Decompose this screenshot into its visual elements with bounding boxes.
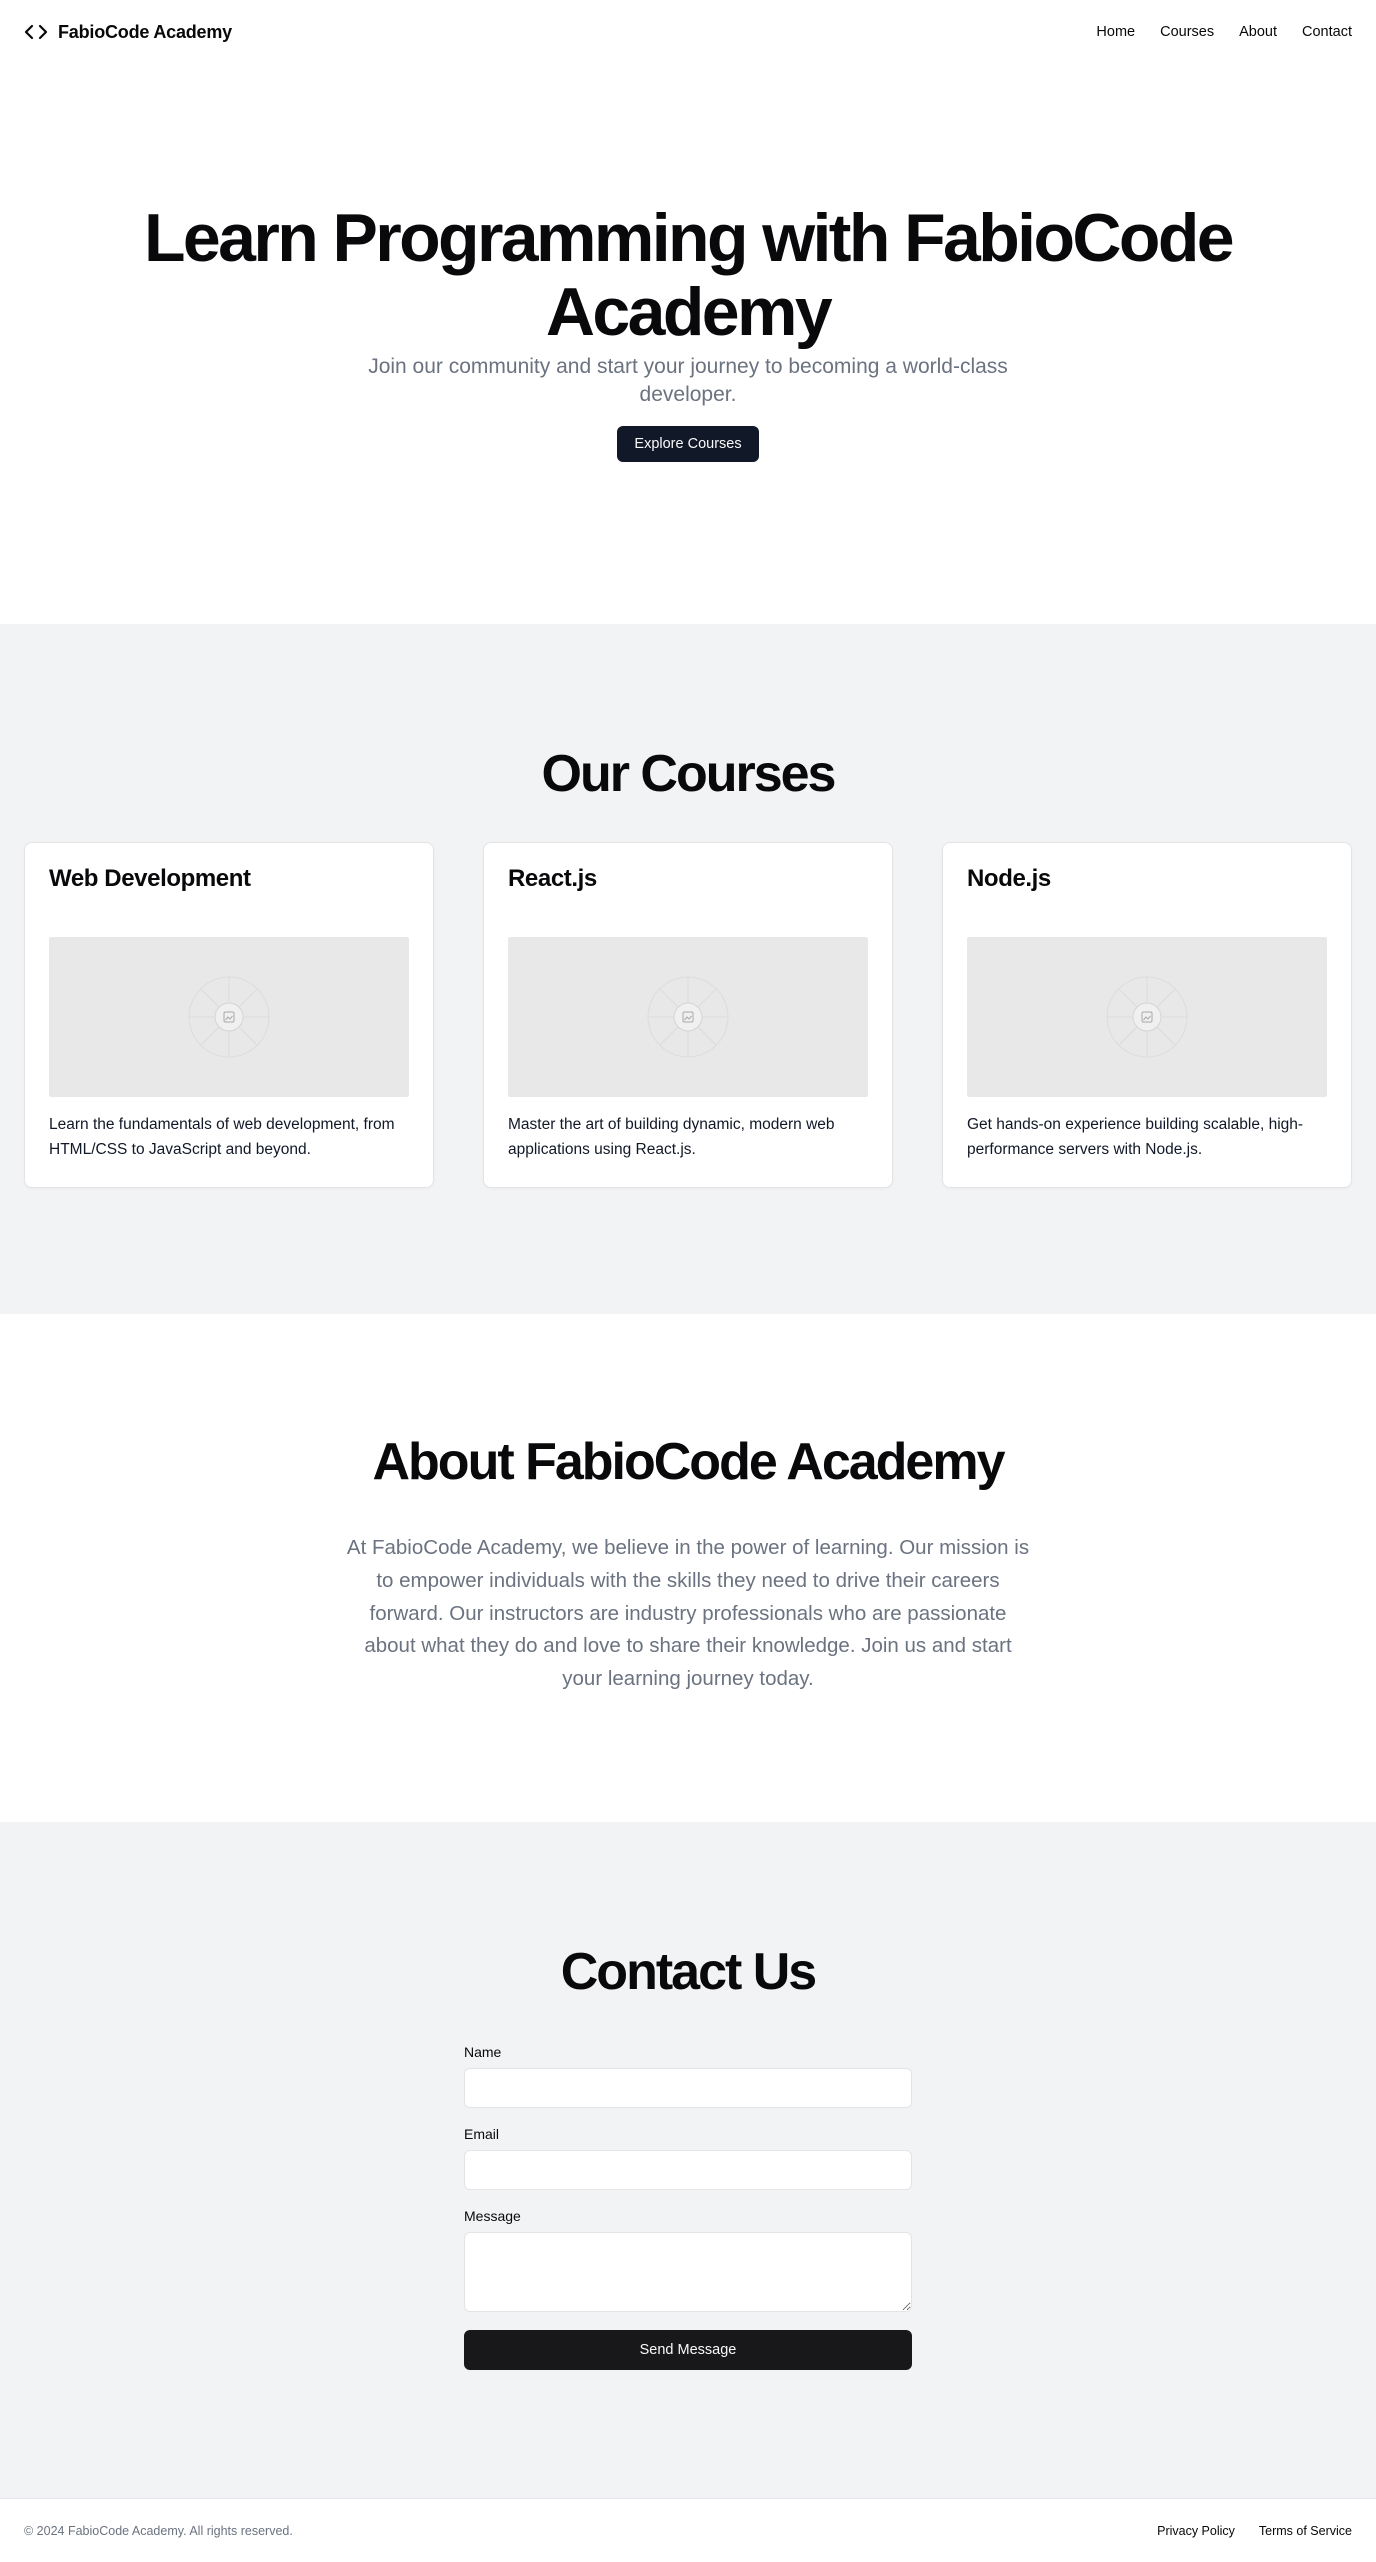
footer-links: Privacy Policy Terms of Service: [1157, 2524, 1352, 2538]
email-label: Email: [464, 2126, 500, 2142]
hero-subtitle: Join our community and start your journe…: [368, 355, 1008, 407]
course-title: Node.js: [967, 865, 1051, 892]
email-field-group: Email: [464, 2126, 912, 2190]
message-field-group: Message: [464, 2208, 912, 2312]
course-cards: Web Development Learn the fundamentals o…: [0, 842, 1376, 1188]
course-description: Master the art of building dynamic, mode…: [508, 1116, 835, 1158]
course-description: Learn the fundamentals of web developmen…: [49, 1116, 395, 1158]
name-field-group: Name: [464, 2044, 912, 2108]
site-header: FabioCode Academy Home Courses About Con…: [0, 0, 1376, 64]
copyright: © 2024 FabioCode Academy. All rights res…: [24, 2523, 293, 2538]
course-card-web-development[interactable]: Web Development Learn the fundamentals o…: [24, 842, 434, 1188]
nav-contact[interactable]: Contact: [1302, 24, 1352, 40]
privacy-policy-link[interactable]: Privacy Policy: [1157, 2524, 1235, 2538]
main-nav: Home Courses About Contact: [1096, 24, 1352, 40]
code-icon: [24, 24, 48, 40]
hero-title: Learn Programming with FabioCode Academy: [143, 200, 1235, 350]
about-section: About FabioCode Academy At FabioCode Aca…: [0, 1314, 1376, 1822]
course-card-react[interactable]: React.js Master the art of building dyna…: [483, 842, 893, 1188]
nav-home[interactable]: Home: [1096, 24, 1135, 40]
nav-about[interactable]: About: [1239, 24, 1277, 40]
image-placeholder-icon: [647, 976, 729, 1058]
email-input[interactable]: [464, 2150, 912, 2190]
contact-form: Name Email Message Send Message: [464, 2044, 912, 2370]
send-message-button[interactable]: Send Message: [464, 2330, 912, 2370]
course-title: Web Development: [49, 865, 251, 892]
terms-of-service-link[interactable]: Terms of Service: [1259, 2524, 1352, 2538]
courses-section: Our Courses Web Development Learn the fu…: [0, 624, 1376, 1314]
message-label: Message: [464, 2208, 521, 2224]
course-title: React.js: [508, 865, 597, 892]
course-image: [967, 937, 1327, 1097]
explore-courses-button[interactable]: Explore Courses: [617, 425, 759, 462]
course-card-node[interactable]: Node.js Get hands-on experience building…: [942, 842, 1352, 1188]
course-image: [508, 937, 868, 1097]
nav-courses[interactable]: Courses: [1160, 24, 1214, 40]
brand[interactable]: FabioCode Academy: [24, 20, 232, 44]
about-text: At FabioCode Academy, we believe in the …: [346, 1536, 1030, 1691]
hero-section: Learn Programming with FabioCode Academy…: [0, 64, 1376, 624]
courses-title: Our Courses: [541, 745, 837, 803]
contact-title: Contact Us: [560, 1943, 817, 2001]
name-input[interactable]: [464, 2068, 912, 2108]
message-textarea[interactable]: [464, 2232, 912, 2312]
course-description: Get hands-on experience building scalabl…: [967, 1116, 1304, 1158]
site-footer: © 2024 FabioCode Academy. All rights res…: [0, 2498, 1376, 2562]
course-image: [49, 937, 409, 1097]
about-title: About FabioCode Academy: [372, 1433, 1005, 1491]
image-placeholder-icon: [1106, 976, 1188, 1058]
brand-name: FabioCode Academy: [58, 21, 232, 42]
image-placeholder-icon: [188, 976, 270, 1058]
contact-section: Contact Us Name Email Message Send Messa…: [0, 1822, 1376, 2498]
name-label: Name: [464, 2044, 502, 2060]
